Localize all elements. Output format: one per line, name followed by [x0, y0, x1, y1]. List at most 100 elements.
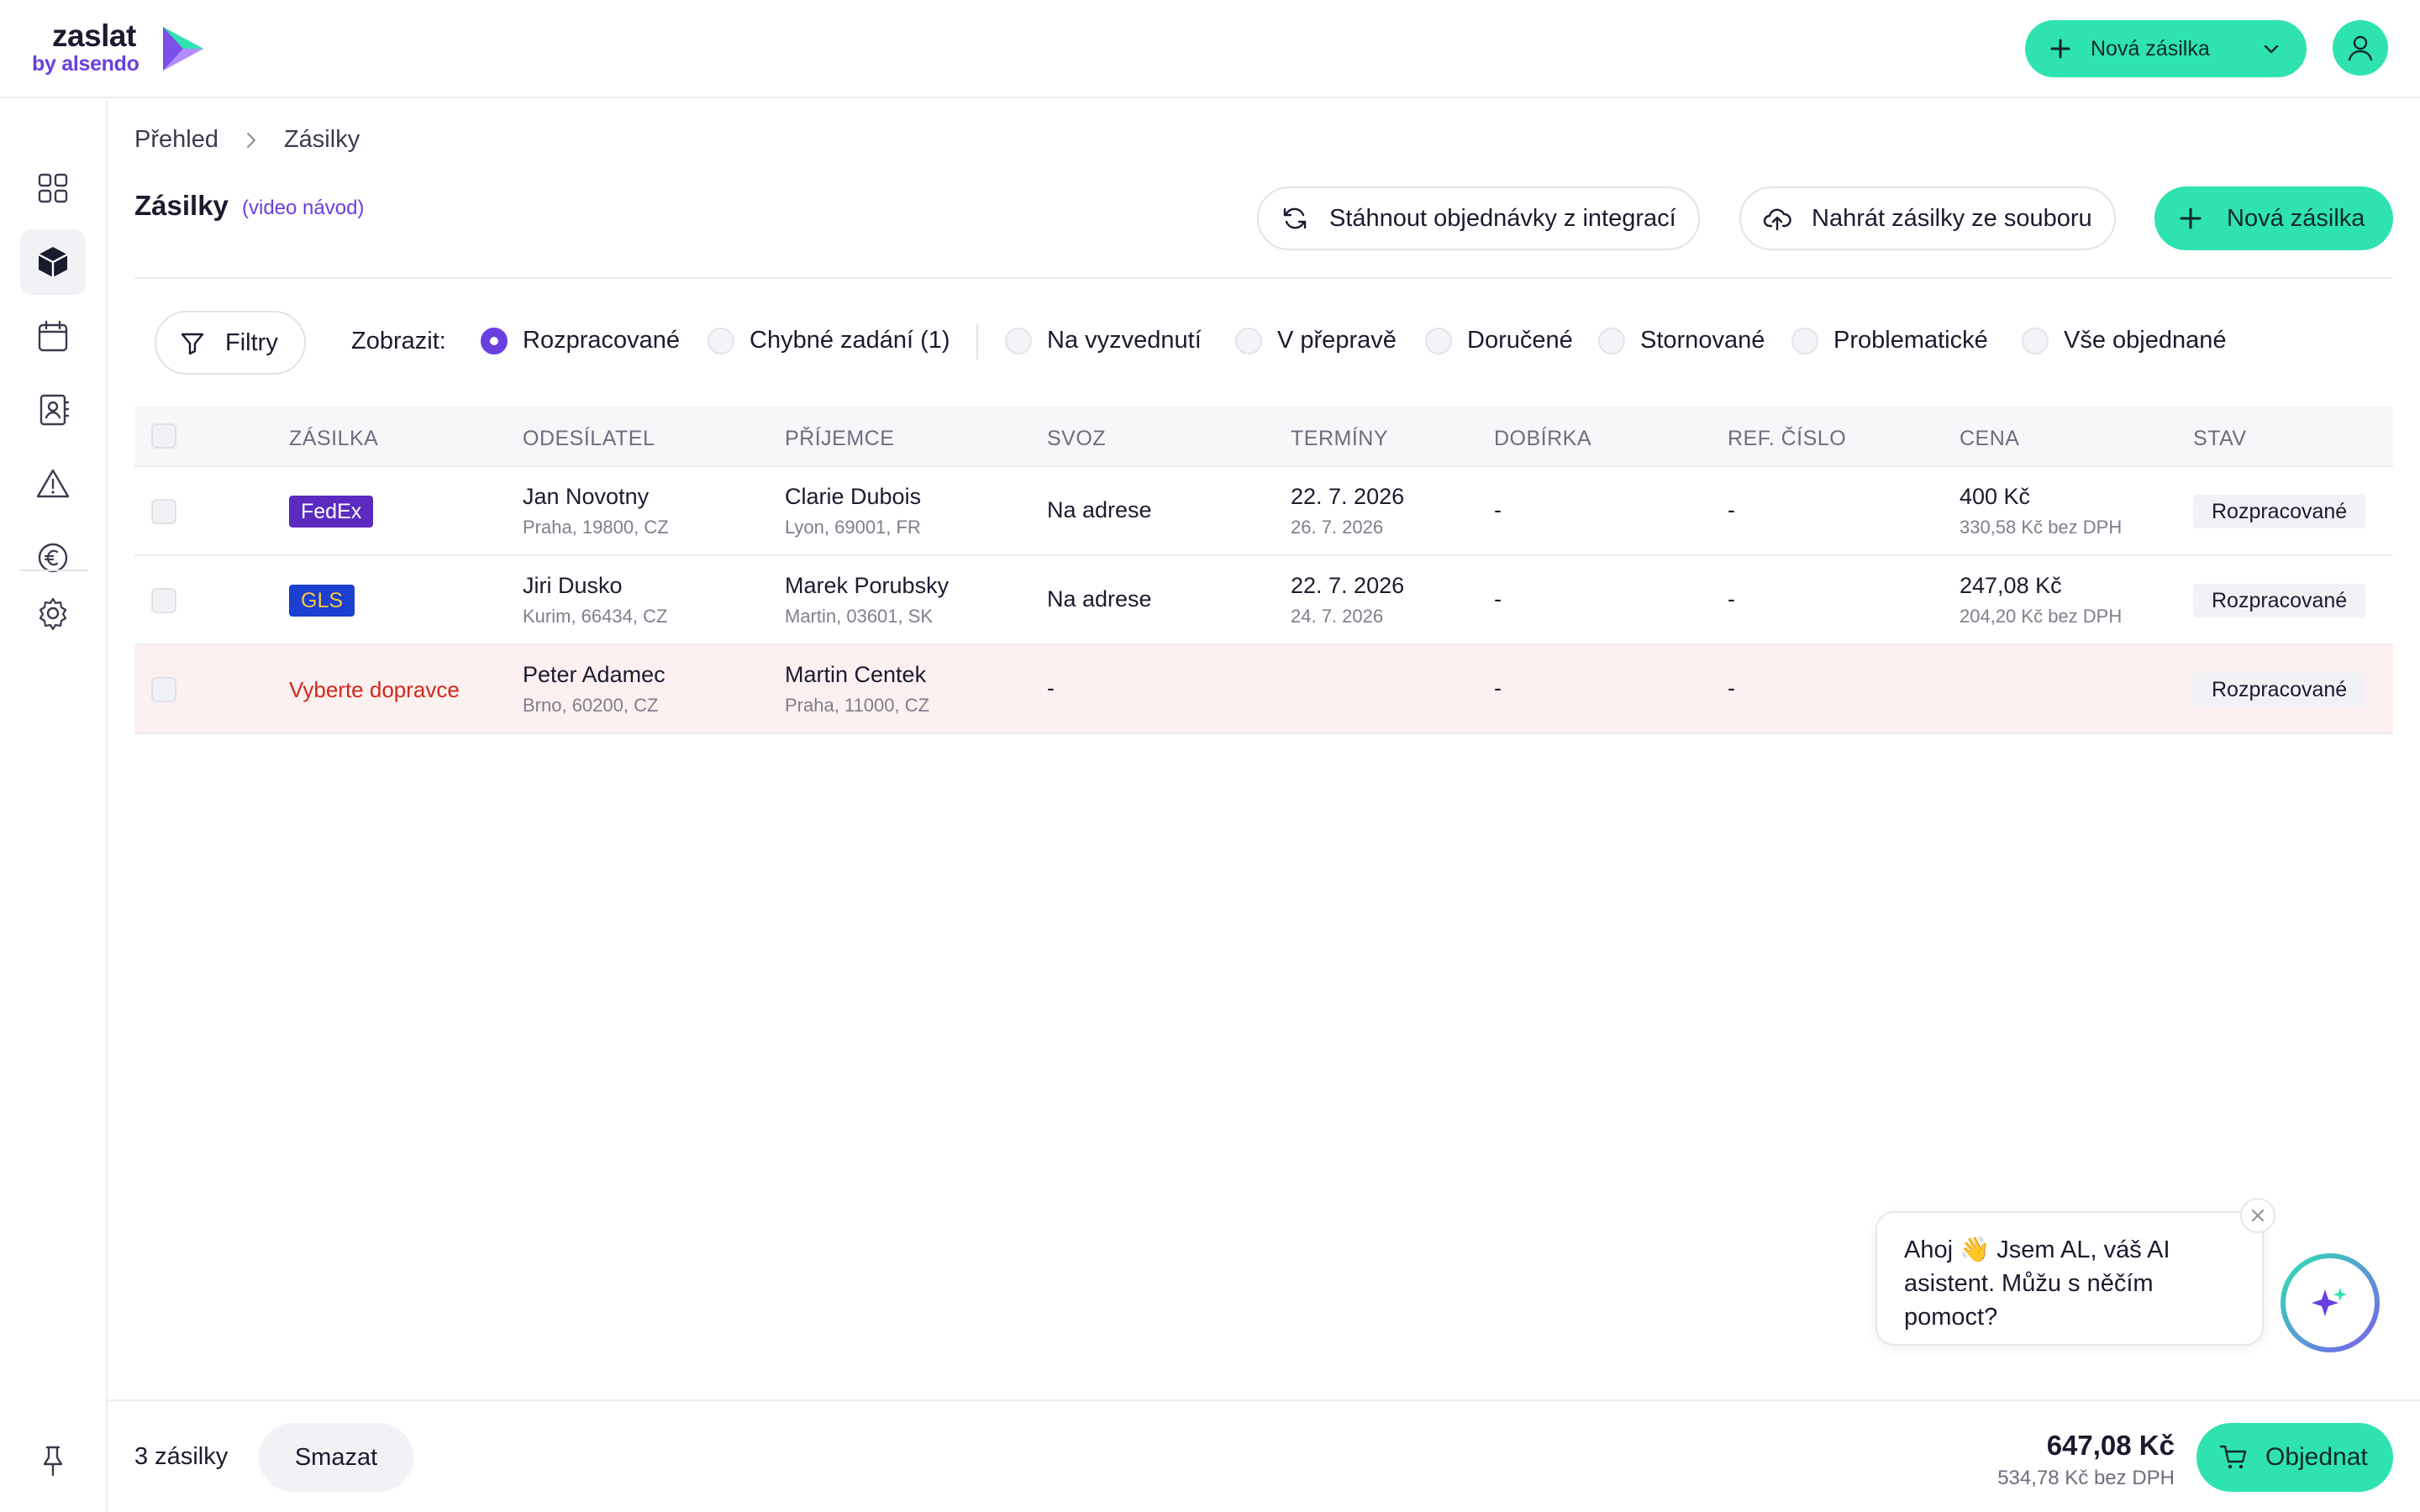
contacts-icon — [39, 394, 70, 426]
new-shipment-button[interactable]: Nová zásilka — [2154, 186, 2393, 250]
sidebar-divider — [20, 570, 87, 571]
table-row[interactable]: Vyberte dopravce Peter Adamec Brno, 6020… — [134, 645, 2393, 734]
column-header-status[interactable]: STAV — [2193, 427, 2247, 451]
ai-bubble-close-button[interactable] — [2240, 1198, 2275, 1233]
table-header: ZÁSILKA ODESÍLATEL PŘÍJEMCE SVOZ TERMÍNY… — [134, 407, 2393, 467]
total-price-net: 534,78 Kč bez DPH — [1997, 1467, 2175, 1489]
sidebar-item-contacts[interactable] — [20, 377, 86, 443]
sync-integrations-button[interactable]: Stáhnout objednávky z integrací — [1257, 186, 1700, 250]
pickup-value: Na adrese — [1047, 586, 1152, 612]
order-button[interactable]: Objednat — [2196, 1423, 2393, 1492]
filter-icon — [181, 333, 204, 355]
sidebar-pin-button[interactable] — [20, 1428, 86, 1494]
user-icon — [2348, 35, 2373, 61]
filter-radio-label: Stornované — [1640, 327, 1765, 354]
upload-file-button[interactable]: Nahrát zásilky ze souboru — [1739, 186, 2116, 250]
select-all-checkbox[interactable] — [151, 423, 176, 449]
upload-file-label: Nahrát zásilky ze souboru — [1812, 204, 2092, 232]
breadcrumb: Přehled Zásilky — [134, 126, 360, 154]
delivery-date: 24. 7. 2026 — [1291, 606, 1384, 627]
logo-wordmark: zaslat — [52, 18, 136, 53]
status-badge: Rozpracované — [2193, 495, 2366, 528]
sender-address: Praha, 19800, CZ — [523, 517, 669, 538]
close-icon — [2252, 1210, 2264, 1221]
column-header-recipient[interactable]: PŘÍJEMCE — [785, 427, 894, 451]
ai-assistant-button[interactable] — [2281, 1253, 2380, 1352]
filter-radio-in-transit[interactable]: V přepravě — [1235, 327, 1397, 354]
zaslat-logo[interactable]: zaslat by alsendo — [32, 17, 217, 84]
filter-radio-problematic[interactable]: Problematické — [1791, 327, 1988, 354]
chevron-down-icon — [2264, 45, 2279, 54]
radio-dot — [1791, 327, 1818, 354]
total-price: 647,08 Kč — [2046, 1430, 2175, 1461]
sender-address: Kurim, 66434, CZ — [523, 606, 668, 627]
pickup-date: 22. 7. 2026 — [1291, 573, 1405, 598]
filters-button[interactable]: Filtry — [155, 311, 306, 375]
sidebar-item-calendar[interactable] — [20, 303, 86, 369]
table-row[interactable]: GLS Jiri Dusko Kurim, 66434, CZ Marek Po… — [134, 556, 2393, 645]
filter-radio-cancelled[interactable]: Stornované — [1598, 327, 1765, 354]
column-header-pickup[interactable]: SVOZ — [1047, 427, 1106, 451]
cod-value: - — [1494, 675, 1502, 701]
sender-address: Brno, 60200, CZ — [523, 695, 659, 716]
table-row[interactable]: FedEx Jan Novotny Praha, 19800, CZ Clari… — [134, 467, 2393, 556]
row-checkbox[interactable] — [151, 499, 176, 524]
ai-assistant-bubble[interactable]: Ahoj 👋 Jsem AL, váš AI asistent. Můžu s … — [1876, 1211, 2264, 1346]
logo-mark-icon — [163, 27, 203, 71]
order-label: Objednat — [2265, 1443, 2368, 1471]
ref-value: - — [1728, 497, 1735, 522]
sidebar-item-settings[interactable] — [20, 580, 86, 646]
row-checkbox[interactable] — [151, 588, 176, 613]
filter-radio-in-progress[interactable]: Rozpracované — [481, 327, 680, 354]
pin-icon — [43, 1446, 63, 1477]
filter-radio-delivered[interactable]: Doručené — [1425, 327, 1573, 354]
carrier-badge[interactable]: GLS — [289, 585, 355, 617]
recipient-address: Lyon, 69001, FR — [785, 517, 921, 538]
cod-value: - — [1494, 586, 1502, 612]
header-new-shipment-button[interactable]: Nová zásilka — [2025, 20, 2307, 77]
sidebar-item-overview[interactable] — [20, 155, 86, 221]
filter-radio-invalid[interactable]: Chybné zadání (1) — [708, 327, 950, 354]
column-header-ref[interactable]: REF. ČÍSLO — [1728, 427, 1846, 451]
cart-icon — [2219, 1445, 2247, 1469]
plus-icon — [2180, 207, 2202, 229]
column-header-dates[interactable]: TERMÍNY — [1291, 427, 1388, 451]
filter-radio-label: Chybné zadání (1) — [750, 327, 950, 354]
column-header-cod[interactable]: DOBÍRKA — [1494, 427, 1591, 451]
breadcrumb-home-link[interactable]: Přehled — [134, 126, 218, 154]
carrier-badge[interactable]: FedEx — [289, 496, 374, 528]
calendar-icon — [38, 320, 68, 352]
row-checkbox[interactable] — [151, 677, 176, 702]
new-shipment-label: Nová zásilka — [2227, 204, 2365, 232]
filter-radio-label: Problematické — [1833, 327, 1988, 354]
video-guide-link[interactable]: (video návod) — [242, 197, 364, 220]
delete-button[interactable]: Smazat — [259, 1423, 413, 1492]
status-badge: Rozpracované — [2193, 673, 2366, 706]
recipient-name: Marek Porubsky — [785, 573, 950, 598]
top-bar: zaslat by alsendo Nová zásilka — [0, 0, 2420, 98]
radio-dot — [708, 327, 734, 354]
column-header-shipment[interactable]: ZÁSILKA — [289, 427, 378, 451]
price-net: 330,58 Kč bez DPH — [1960, 517, 2123, 538]
cod-value: - — [1494, 497, 1502, 522]
page-title: Zásilky — [134, 190, 229, 221]
column-header-sender[interactable]: ODESÍLATEL — [523, 427, 655, 451]
price-value: 247,08 Kč — [1960, 573, 2062, 598]
radio-dot — [481, 327, 508, 354]
sender-name: Jan Novotny — [523, 484, 650, 509]
cloud-upload-icon — [1763, 208, 1791, 231]
user-avatar-button[interactable] — [2333, 20, 2388, 76]
recipient-name: Martin Centek — [785, 662, 927, 687]
filter-radio-all-ordered[interactable]: Vše objednané — [2022, 327, 2227, 354]
sidebar-item-problems[interactable] — [20, 451, 86, 517]
sidebar-item-shipments[interactable] — [20, 229, 86, 295]
radio-dot — [2022, 327, 2049, 354]
radio-dot — [1005, 327, 1032, 354]
price-value: 400 Kč — [1960, 484, 2031, 509]
shipment-count: 3 zásilky — [134, 1443, 229, 1470]
pickup-value: - — [1047, 675, 1055, 701]
select-carrier-link[interactable]: Vyberte dopravce — [289, 677, 460, 703]
filter-radio-pickup[interactable]: Na vyzvednutí — [1005, 327, 1202, 354]
chevron-right-icon — [246, 132, 255, 148]
column-header-price[interactable]: CENA — [1960, 427, 2019, 451]
